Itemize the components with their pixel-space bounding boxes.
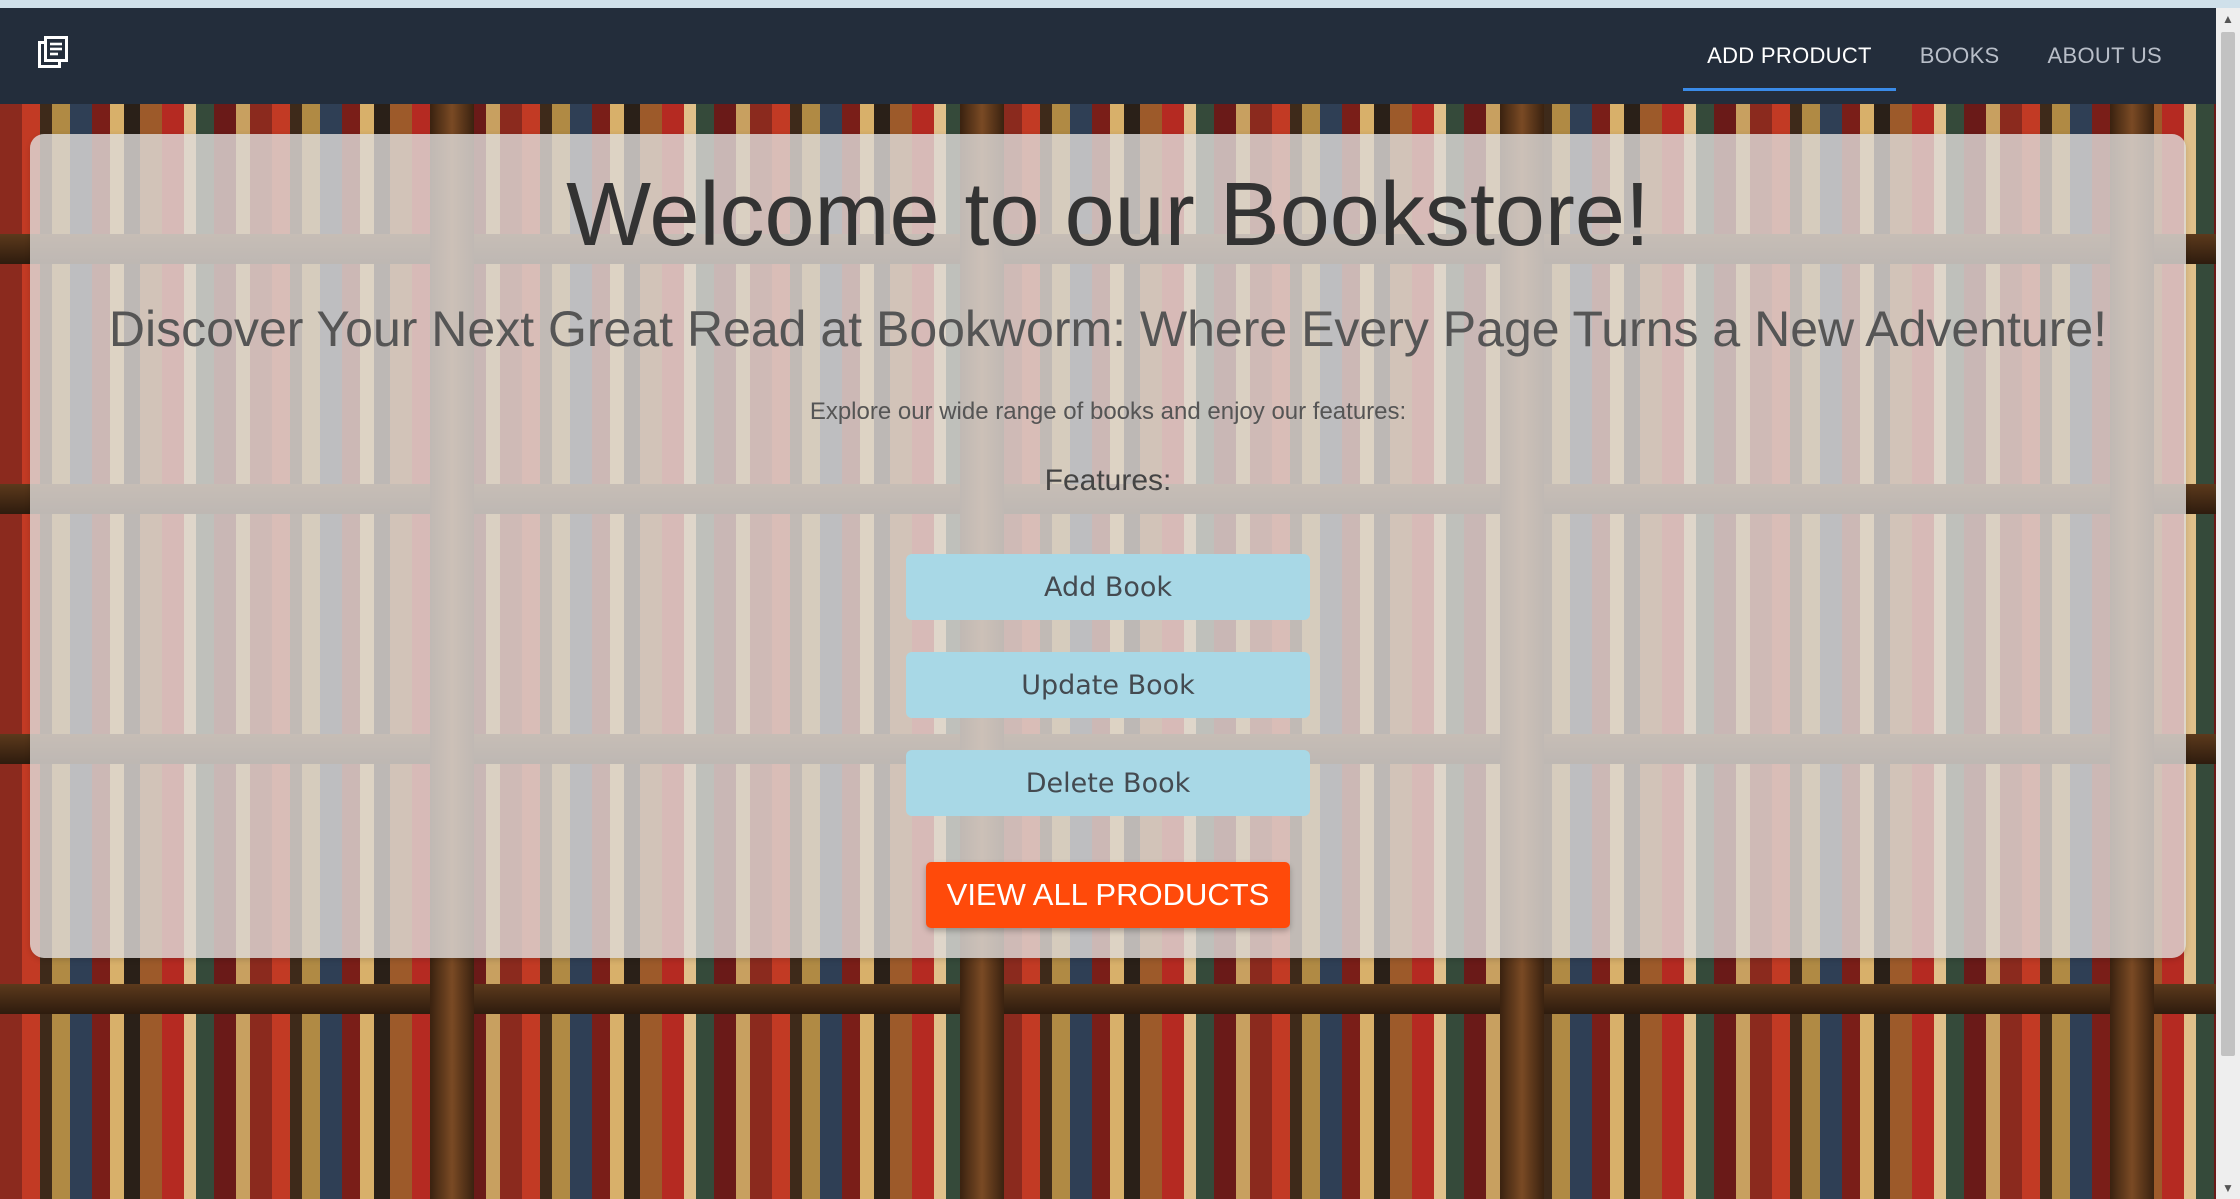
top-app-bar: ADD PRODUCT BOOKS ABOUT US bbox=[0, 8, 2216, 104]
view-all-products-button[interactable]: VIEW ALL PRODUCTS bbox=[926, 862, 1290, 928]
welcome-card: Welcome to our Bookstore! Discover Your … bbox=[30, 134, 2186, 958]
scroll-down-arrow-icon[interactable]: ▼ bbox=[2216, 1177, 2240, 1199]
nav-add-product[interactable]: ADD PRODUCT bbox=[1683, 8, 1896, 104]
nav-about-us[interactable]: ABOUT US bbox=[2024, 8, 2186, 104]
delete-book-button[interactable]: Delete Book bbox=[906, 750, 1310, 816]
features-heading: Features: bbox=[1044, 464, 1172, 497]
vertical-scrollbar[interactable]: ▲ ▼ bbox=[2216, 8, 2240, 1199]
add-book-button[interactable]: Add Book bbox=[906, 554, 1310, 620]
intro-text: Explore our wide range of books and enjo… bbox=[809, 398, 1407, 425]
main-nav: ADD PRODUCT BOOKS ABOUT US bbox=[1683, 8, 2186, 104]
browser-top-strip bbox=[0, 0, 2240, 8]
library-books-icon[interactable] bbox=[38, 36, 68, 68]
update-book-button[interactable]: Update Book bbox=[906, 652, 1310, 718]
nav-books[interactable]: BOOKS bbox=[1896, 8, 2024, 104]
page-title: Welcome to our Bookstore! bbox=[566, 165, 1650, 265]
shelf-board bbox=[0, 984, 2216, 1014]
page-subtitle: Discover Your Next Great Read at Bookwor… bbox=[108, 301, 2108, 357]
scrollbar-thumb[interactable] bbox=[2221, 32, 2235, 1056]
scroll-up-arrow-icon[interactable]: ▲ bbox=[2216, 8, 2240, 30]
